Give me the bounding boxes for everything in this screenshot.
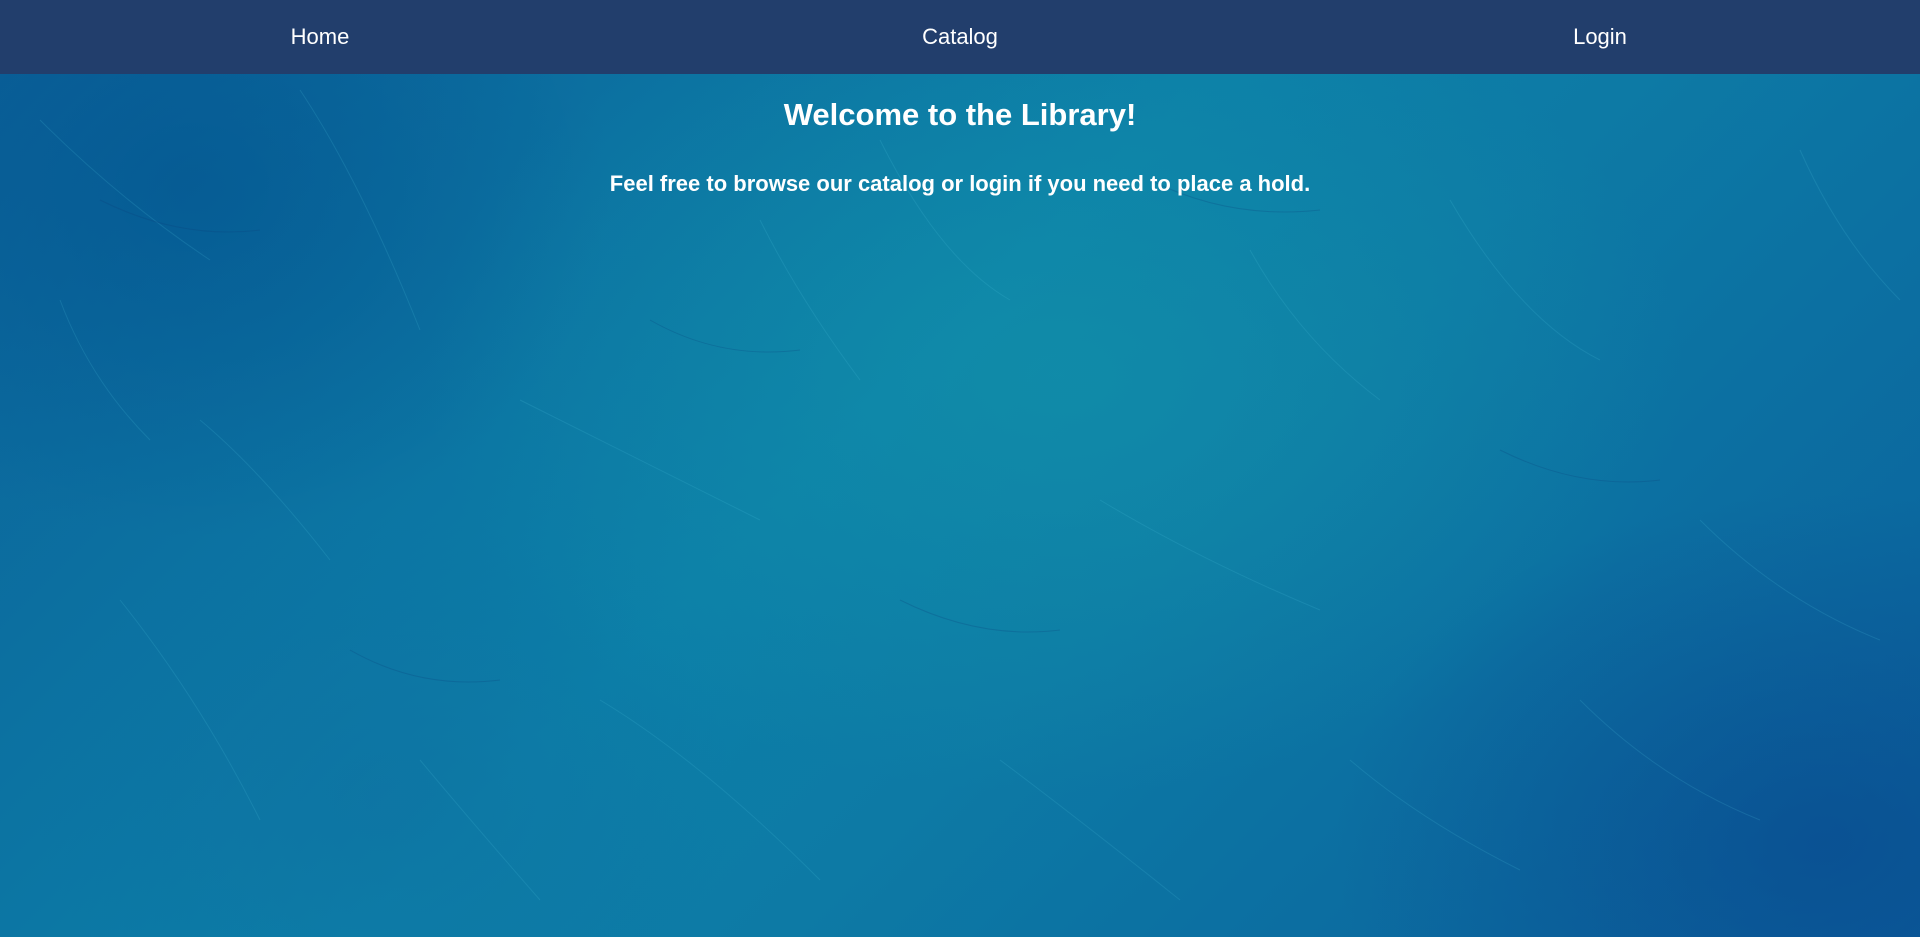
top-navbar: Home Catalog Login: [0, 0, 1920, 74]
main-content: Welcome to the Library! Feel free to bro…: [0, 74, 1920, 198]
page-title: Welcome to the Library!: [783, 97, 1137, 132]
page-subtitle: Feel free to browse our catalog or login…: [609, 171, 1311, 196]
nav-home-link[interactable]: Home: [0, 24, 640, 50]
nav-catalog-link[interactable]: Catalog: [640, 24, 1280, 50]
nav-login-link[interactable]: Login: [1280, 24, 1920, 50]
